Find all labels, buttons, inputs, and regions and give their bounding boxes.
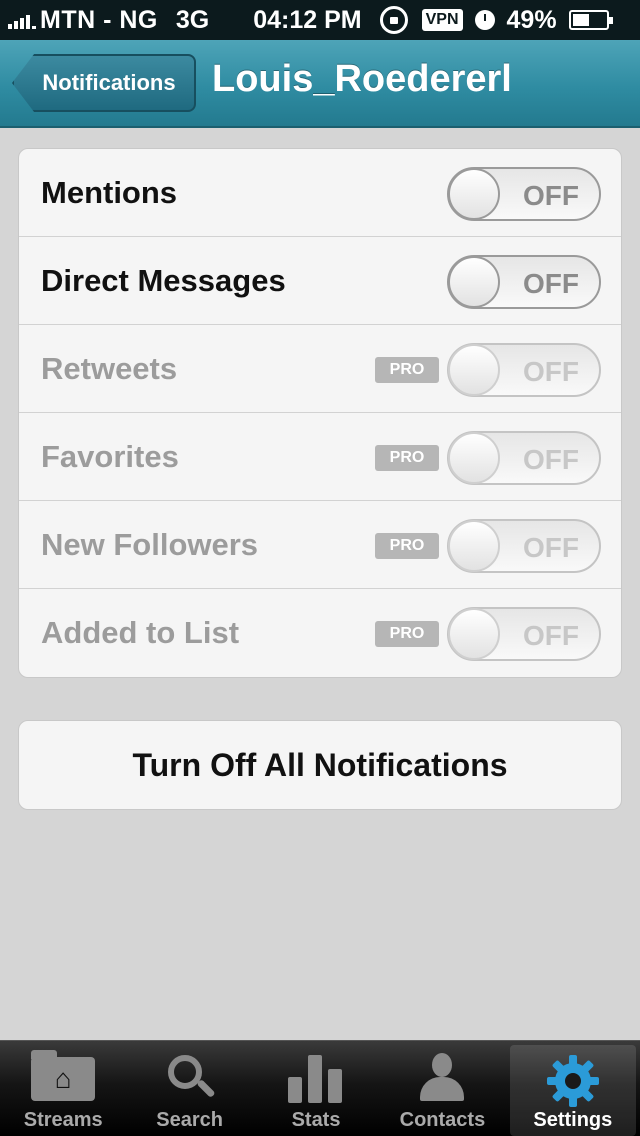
tab-label: Stats [291,1109,341,1131]
setting-row-new-followers: New Followers PRO OFF [19,501,621,589]
rotation-lock-icon [379,6,408,34]
toggle-state: OFF [523,444,579,475]
alarm-clock-icon [474,10,495,30]
folder-home-icon [31,1050,96,1101]
tab-stats[interactable]: Stats [253,1041,379,1136]
tab-search[interactable]: Search [126,1041,252,1136]
back-button[interactable]: Notifications [12,54,196,112]
toggle-knob [448,520,500,572]
setting-row-direct-messages: Direct Messages OFF [19,237,621,325]
bar-chart-icon [288,1053,344,1103]
tab-label: Streams [23,1109,103,1131]
direct-messages-toggle[interactable]: OFF [447,255,601,309]
navigation-bar: Notifications Louis_Roedererl [0,40,640,128]
battery-icon [568,10,613,30]
app-root: MTN - NG 3G 04:12 PM VPN 49% Notificatio… [0,0,640,1136]
status-time: 04:12 PM [253,5,362,34]
tab-label: Contacts [399,1109,486,1131]
setting-row-mentions: Mentions OFF [19,149,621,237]
notification-settings-list: Mentions OFF Direct Messages OFF Retweet… [18,148,622,678]
toggle-knob [448,344,500,396]
added-to-list-toggle[interactable]: OFF [447,607,601,661]
tab-bar: Streams Search Stats Contacts Settings [0,1040,640,1136]
carrier-name: MTN - NG [40,5,158,34]
tab-settings[interactable]: Settings [509,1045,637,1136]
gear-icon [546,1055,599,1107]
setting-row-added-to-list: Added to List PRO OFF [19,589,621,677]
search-icon [166,1053,216,1101]
setting-label: New Followers [41,526,259,562]
turn-off-all-notifications-button[interactable]: Turn Off All Notifications [18,720,622,810]
setting-label: Direct Messages [41,262,286,298]
setting-row-retweets: Retweets PRO OFF [19,325,621,413]
vpn-badge: VPN [421,9,463,31]
battery-fill [572,14,589,26]
tab-label: Settings [533,1109,613,1131]
mentions-toggle[interactable]: OFF [447,167,601,221]
setting-row-favorites: Favorites PRO OFF [19,413,621,501]
toggle-state: OFF [523,620,579,651]
favorites-toggle[interactable]: OFF [447,431,601,485]
toggle-state: OFF [523,268,579,299]
page-title: Louis_Roedererl [212,58,512,100]
toggle-state: OFF [523,532,579,563]
battery-percent: 49% [506,5,557,34]
toggle-knob [448,168,500,220]
new-followers-toggle[interactable]: OFF [447,519,601,573]
tab-label: Search [156,1109,223,1131]
status-bar: MTN - NG 3G 04:12 PM VPN 49% [0,0,640,40]
toggle-knob [448,608,500,660]
setting-label: Retweets [41,350,178,386]
pro-badge: PRO [375,445,439,471]
toggle-state: OFF [523,180,579,211]
toggle-state: OFF [523,356,579,387]
setting-label: Mentions [41,174,178,210]
pro-badge: PRO [375,621,439,647]
pro-badge: PRO [375,533,439,559]
pro-badge: PRO [375,357,439,383]
person-icon [418,1053,466,1103]
signal-strength-icon [8,11,36,29]
tab-streams[interactable]: Streams [0,1041,126,1136]
toggle-knob [448,256,500,308]
toggle-knob [448,432,500,484]
setting-label: Added to List [41,615,240,650]
tab-contacts[interactable]: Contacts [379,1041,505,1136]
retweets-toggle[interactable]: OFF [447,343,601,397]
network-type: 3G [175,5,210,34]
setting-label: Favorites [41,438,179,474]
